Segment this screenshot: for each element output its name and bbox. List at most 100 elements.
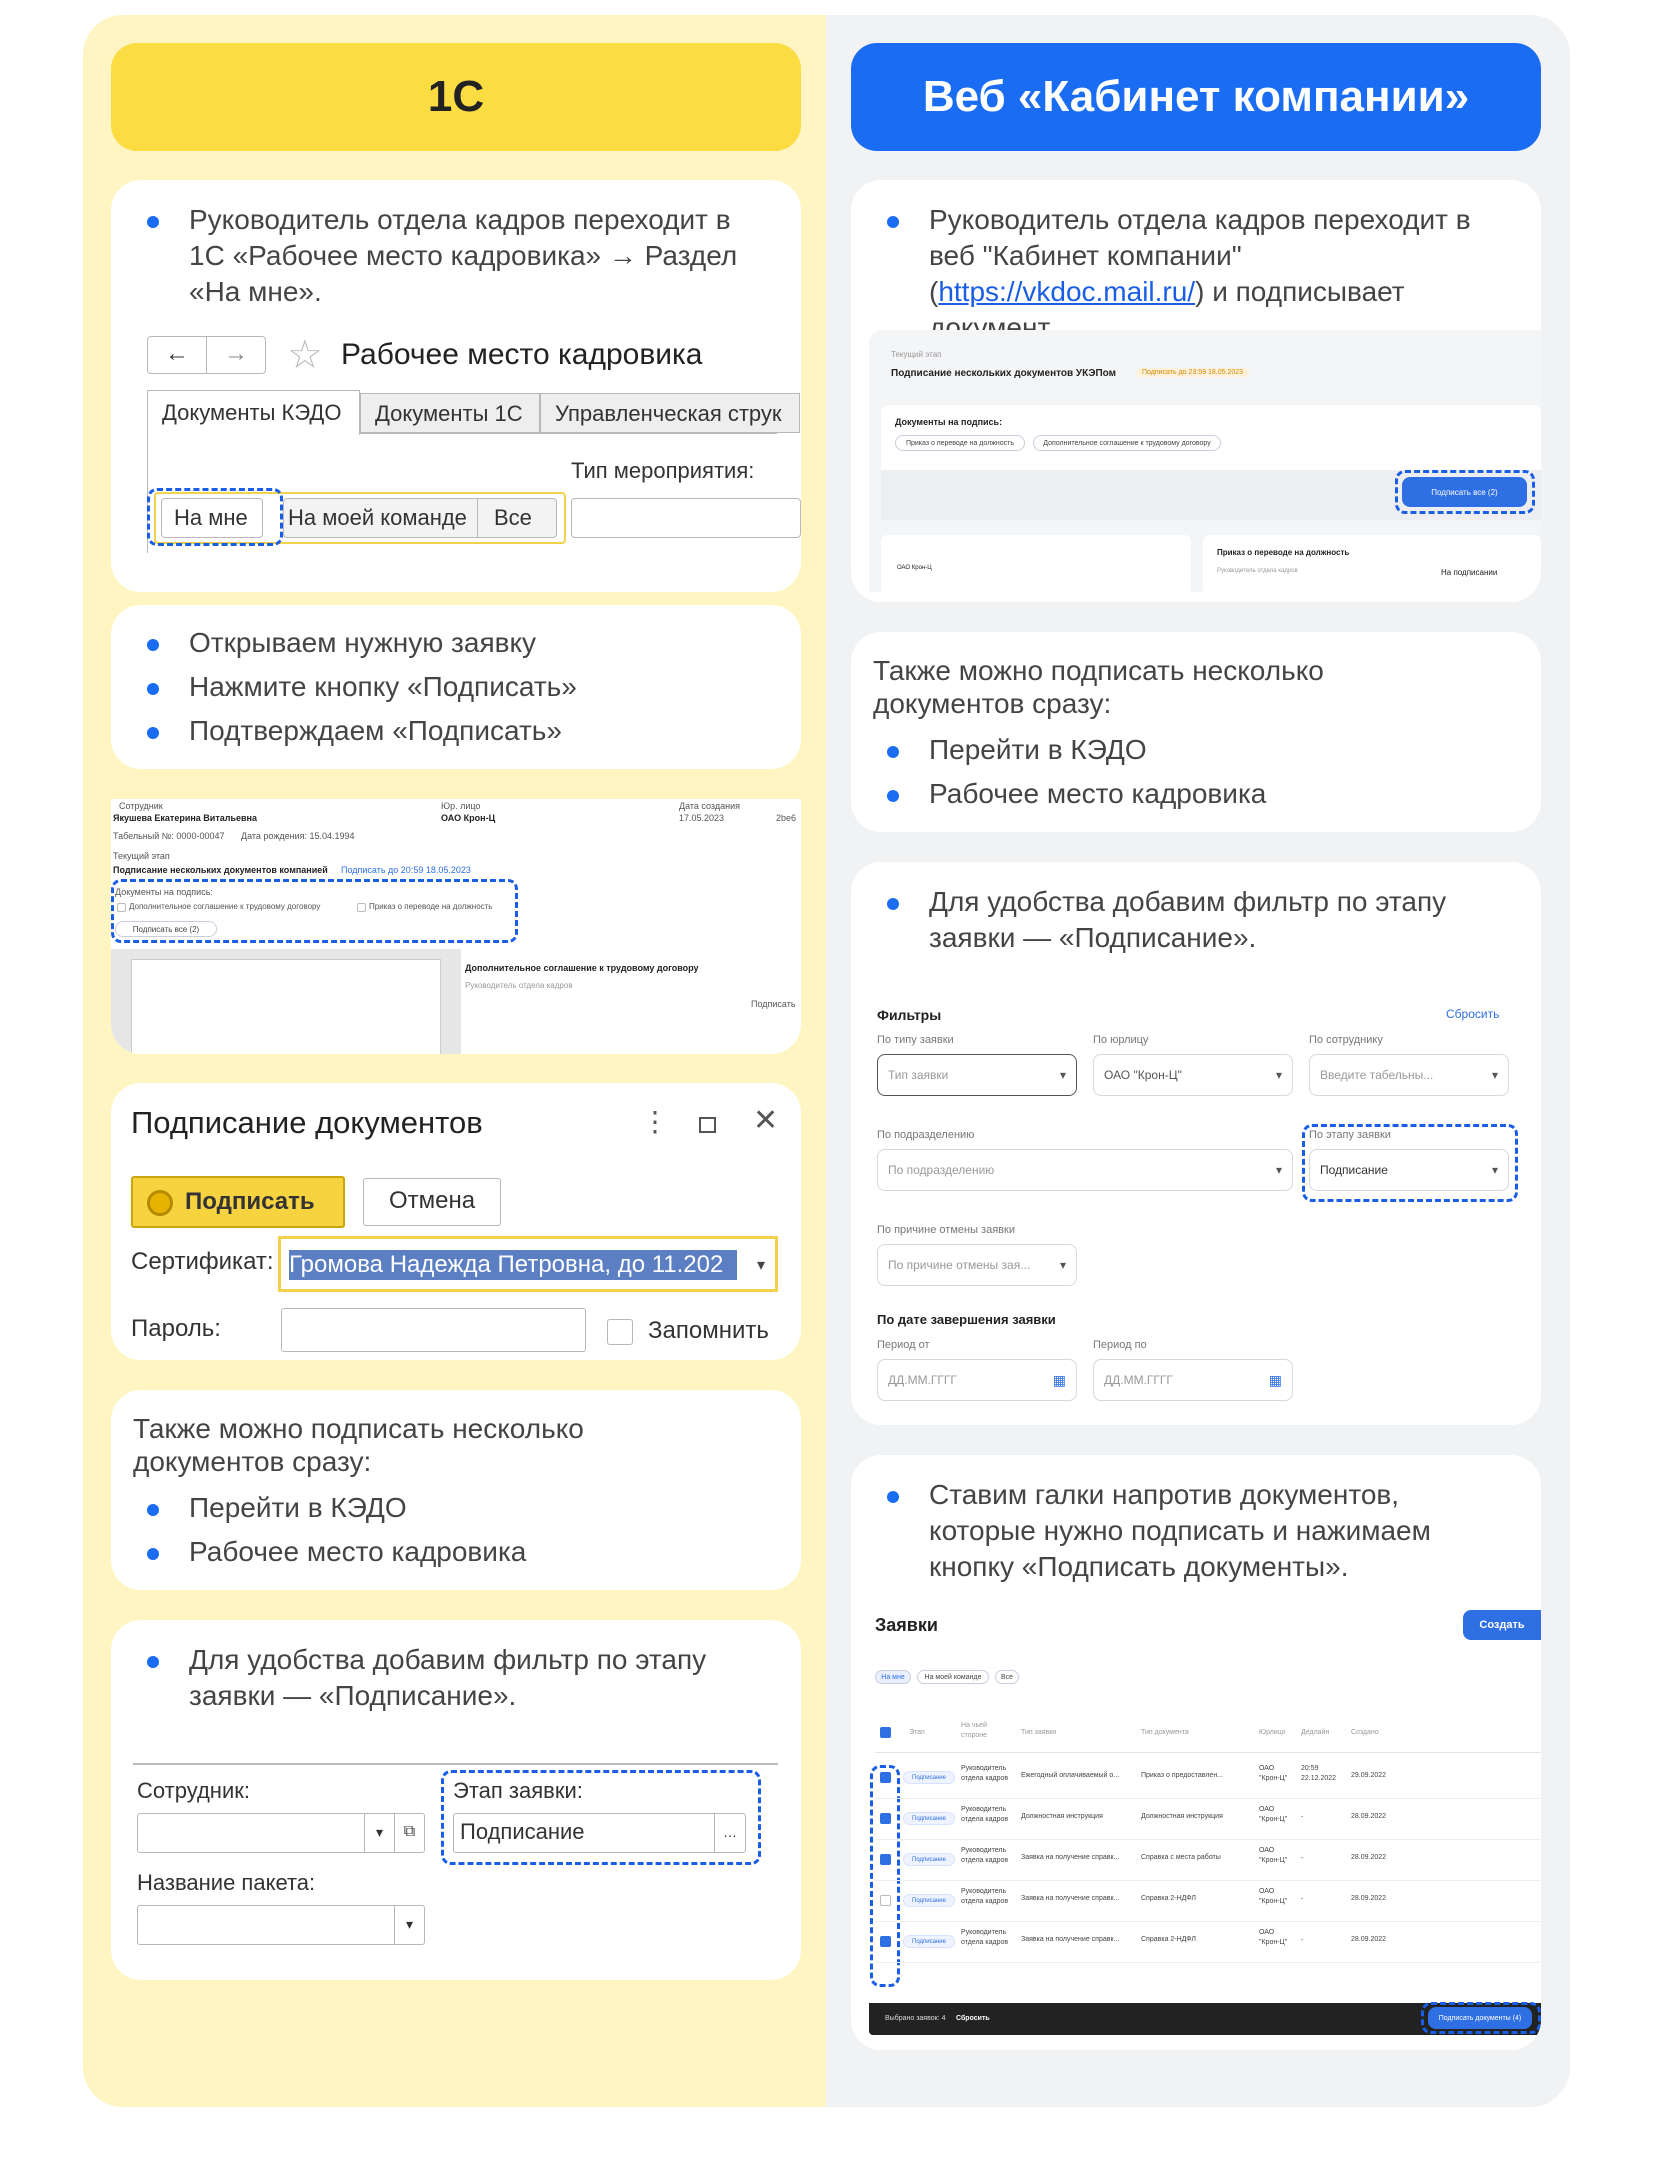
filter-bullet: Для удобства добавим фильтр по этапу зая… xyxy=(141,1642,741,1714)
col-type: Тип заявки xyxy=(1021,1729,1057,1736)
f1-select[interactable]: Тип заявки ▾ xyxy=(877,1054,1077,1096)
tab-kedo[interactable]: Документы КЭДО xyxy=(147,390,360,435)
filter-vse[interactable]: Все xyxy=(477,498,557,538)
date-title: По дате завершения заявки xyxy=(877,1312,1056,1327)
date-to[interactable]: ДД.ММ.ГГГГ ▦ xyxy=(1093,1359,1293,1401)
cell-type: Заявка на получение справк... xyxy=(1021,1854,1120,1861)
create-button[interactable]: Создать xyxy=(1463,1610,1541,1640)
chevron-down-icon: ▾ xyxy=(1275,1068,1282,1082)
header-1c: 1С xyxy=(111,43,801,151)
order-role: Руководитель отдела кадров xyxy=(1217,568,1298,574)
stage-chip: Подписание xyxy=(903,1894,955,1907)
col-side: На чьей стороне xyxy=(961,1722,988,1739)
cell-type: Заявка на получение справк... xyxy=(1021,1895,1120,1902)
employee-input[interactable] xyxy=(137,1813,365,1853)
cancel-button[interactable]: Отмена xyxy=(363,1178,501,1226)
row-checkbox[interactable] xyxy=(880,1854,891,1865)
forward-button[interactable]: → xyxy=(206,336,266,374)
legal-label: Юр. лицо xyxy=(441,801,481,811)
star-icon[interactable]: ☆ xyxy=(287,332,323,378)
tab-docs-1c[interactable]: Документы 1С xyxy=(360,393,540,433)
sign-button[interactable]: Подписать xyxy=(131,1176,345,1228)
cell-created: 28.09.2022 xyxy=(1351,1854,1387,1861)
f4-select[interactable]: По подразделению ▾ xyxy=(877,1149,1293,1191)
filter-all[interactable]: Все xyxy=(995,1670,1019,1684)
cell-created: 29.09.2022 xyxy=(1351,1772,1387,1779)
row-checkbox[interactable] xyxy=(880,1936,891,1947)
order-title: Приказ о переводе на должность xyxy=(1217,548,1350,557)
cert-dropdown-icon[interactable]: ▾ xyxy=(757,1255,765,1275)
employee-dropdown[interactable]: ▾ xyxy=(364,1813,395,1853)
deadline: Подписать до 20:59 18.05.2023 xyxy=(341,865,471,875)
card-1c-na-mne: Руководитель отдела кадров переходит в 1… xyxy=(111,180,801,592)
cell-org: ОАО "Крон-Ц" xyxy=(1259,1806,1288,1823)
cell-org: ОАО "Крон-Ц" xyxy=(1259,1888,1288,1905)
remember-checkbox[interactable] xyxy=(607,1319,633,1345)
row-checkbox[interactable] xyxy=(880,1895,891,1906)
f2-select[interactable]: ОАО "Крон-Ц" ▾ xyxy=(1093,1054,1293,1096)
maximize-icon[interactable] xyxy=(699,1117,716,1133)
cell-deadline: - xyxy=(1301,1814,1304,1821)
back-button[interactable]: ← xyxy=(147,336,207,374)
cert-select[interactable]: Громова Надежда Петровна, до 11.202 ▾ xyxy=(278,1236,778,1292)
filters-title: Фильтры xyxy=(877,1007,942,1023)
card-1c-multi: Также можно подписать несколько документ… xyxy=(111,1390,801,1590)
request-id: 2be6 xyxy=(776,813,797,823)
filters-reset[interactable]: Сбросить xyxy=(1446,1007,1499,1021)
cell-doc: Справка с места работы xyxy=(1141,1854,1221,1861)
stage-label: Текущий этап xyxy=(891,350,942,359)
multi-bullet-2: Рабочее место кадровика xyxy=(881,776,1266,812)
f3-label: По сотруднику xyxy=(1309,1034,1383,1046)
filter-na-moey-komande[interactable]: На моей команде xyxy=(283,498,478,538)
cell-doc: Должностная инструкция xyxy=(1141,1813,1223,1820)
password-input[interactable] xyxy=(281,1308,586,1352)
event-type-label: Тип мероприятия: xyxy=(571,458,755,483)
row-checkbox[interactable] xyxy=(880,1813,891,1824)
f2-label: По юрлицу xyxy=(1093,1034,1149,1046)
close-icon[interactable]: ✕ xyxy=(753,1103,778,1138)
package-input[interactable] xyxy=(137,1905,395,1945)
cell-org: ОАО "Крон-Ц" xyxy=(1259,1929,1288,1946)
highlight-sign-docs xyxy=(1421,2002,1541,2034)
bar-reset[interactable]: Сбросить xyxy=(956,2015,990,2022)
card-web-sign: Руководитель отдела кадров переходит в в… xyxy=(851,180,1541,602)
calendar-icon[interactable]: ▦ xyxy=(1053,1372,1066,1389)
stage-chip: Подписание xyxy=(903,1935,955,1948)
cell-doc: Приказ о предоставлен... xyxy=(1141,1772,1224,1779)
tab-management[interactable]: Управленческая струк xyxy=(540,393,800,433)
multi-bullet-1: Перейти в КЭДО xyxy=(881,732,1147,768)
doc-status: Подписать xyxy=(751,999,796,1009)
col-org: Юрлицо xyxy=(1259,1729,1286,1736)
event-type-input[interactable] xyxy=(571,498,801,538)
order-card[interactable] xyxy=(1203,535,1541,595)
doc2-chip[interactable]: Дополнительное соглашение к трудовому до… xyxy=(1033,435,1221,451)
employee-name: Якушева Екатерина Витальевна xyxy=(113,813,257,823)
cell-deadline: 20:59 22.12.2022 xyxy=(1301,1765,1337,1782)
vkdoc-link[interactable]: https://vkdoc.mail.ru/ xyxy=(938,276,1195,307)
card-1c-request-screenshot: Сотрудник Якушева Екатерина Витальевна Т… xyxy=(111,799,801,1054)
select-all-checkbox[interactable] xyxy=(880,1727,891,1738)
more-icon[interactable]: ⋮ xyxy=(641,1105,669,1138)
doc-title: Дополнительное соглашение к трудовому до… xyxy=(465,963,699,973)
cell-org: ОАО "Крон-Ц" xyxy=(1259,1847,1288,1864)
cell-created: 28.09.2022 xyxy=(1351,1936,1387,1943)
cell-created: 28.09.2022 xyxy=(1351,1895,1387,1902)
to-label: Период по xyxy=(1093,1339,1147,1351)
cell-side: Руководитель отдела кадров xyxy=(961,1929,1009,1946)
employee-open-icon[interactable]: ⧉ xyxy=(394,1813,425,1853)
filter-na-mne[interactable]: На мне xyxy=(875,1670,911,1684)
chevron-down-icon: ▾ xyxy=(1275,1163,1282,1177)
date-from[interactable]: ДД.ММ.ГГГГ ▦ xyxy=(877,1359,1077,1401)
calendar-icon[interactable]: ▦ xyxy=(1269,1372,1282,1389)
package-dropdown[interactable]: ▾ xyxy=(394,1905,425,1945)
col-stage: Этап xyxy=(909,1729,925,1736)
f3-select[interactable]: Введите табельны... ▾ xyxy=(1309,1054,1509,1096)
filter-team[interactable]: На моей команде xyxy=(917,1670,989,1684)
card-web-filters: Для удобства добавим фильтр по этапу зая… xyxy=(851,862,1541,1425)
doc1-chip[interactable]: Приказ о переводе на должность xyxy=(895,435,1025,451)
requests-title: Заявки xyxy=(875,1615,938,1635)
order-status: На подписании xyxy=(1441,568,1498,577)
row-checkbox[interactable] xyxy=(880,1772,891,1783)
highlight-sign-all xyxy=(1395,470,1535,514)
f6-select[interactable]: По причине отмены зая... ▾ xyxy=(877,1244,1077,1286)
